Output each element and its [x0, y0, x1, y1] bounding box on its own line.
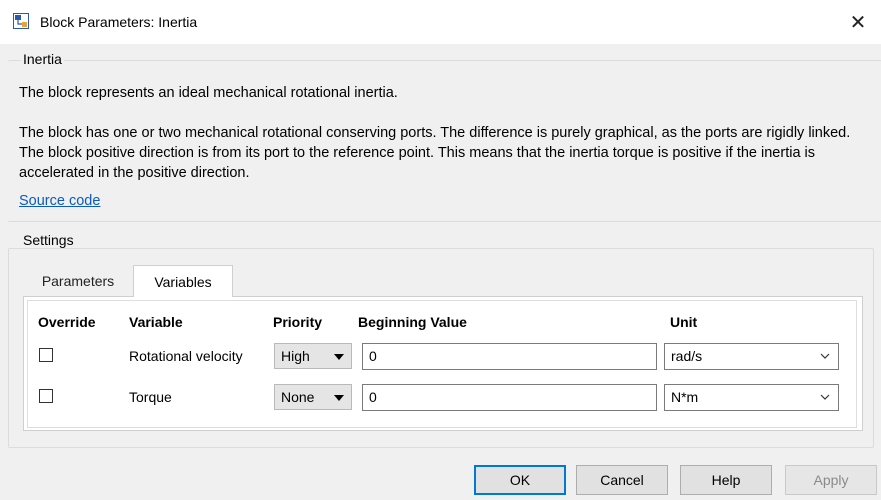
chevron-down-icon	[820, 353, 830, 359]
tab-parameters[interactable]: Parameters	[23, 265, 133, 296]
window-title: Block Parameters: Inertia	[40, 14, 198, 30]
unit-value: N*m	[671, 389, 699, 405]
help-button[interactable]: Help	[680, 465, 772, 495]
tab-variables[interactable]: Variables	[133, 265, 233, 297]
close-icon[interactable]: ✕	[835, 0, 881, 44]
title-bar: Block Parameters: Inertia ✕	[0, 0, 881, 44]
description-summary: The block represents an ideal mechanical…	[19, 85, 398, 101]
beginning-value-input-rotational-velocity[interactable]: 0	[362, 343, 657, 370]
apply-button[interactable]: Apply	[785, 465, 877, 495]
ok-button[interactable]: OK	[474, 465, 566, 495]
description-paragraph: The block has one or two mechanical rota…	[19, 125, 851, 181]
variable-name: Rotational velocity	[129, 348, 243, 364]
unit-select-rotational-velocity[interactable]: rad/s	[664, 343, 839, 370]
chevron-down-icon	[820, 394, 830, 400]
caret-down-icon	[334, 354, 344, 360]
column-header-override: Override	[38, 314, 96, 330]
column-header-beginning-value: Beginning Value	[358, 314, 467, 330]
caret-down-icon	[334, 395, 344, 401]
column-header-variable: Variable	[129, 314, 183, 330]
unit-value: rad/s	[671, 348, 703, 364]
priority-value: High	[281, 348, 310, 364]
simulink-block-icon	[13, 13, 29, 29]
settings-group-label: Settings	[21, 232, 76, 248]
priority-select-rotational-velocity[interactable]: High	[274, 343, 352, 369]
cancel-button[interactable]: Cancel	[576, 465, 668, 495]
priority-select-torque[interactable]: None	[274, 384, 352, 410]
column-header-unit: Unit	[670, 314, 698, 330]
column-header-priority: Priority	[273, 314, 323, 330]
override-checkbox-torque[interactable]	[39, 389, 53, 403]
description-group-label: Inertia	[21, 51, 64, 67]
priority-value: None	[281, 389, 315, 405]
override-checkbox-rotational-velocity[interactable]	[39, 348, 53, 362]
beginning-value-input-torque[interactable]: 0	[362, 384, 657, 411]
source-code-link[interactable]: Source code	[19, 193, 100, 209]
variable-name: Torque	[129, 389, 172, 405]
unit-select-torque[interactable]: N*m	[664, 384, 839, 411]
